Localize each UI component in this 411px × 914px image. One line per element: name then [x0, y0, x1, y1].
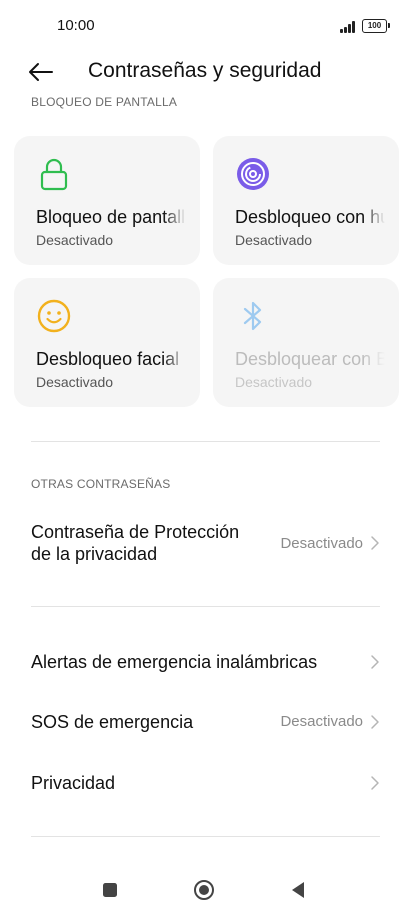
other-passwords-label: OTRAS CONTRASEÑAS	[31, 477, 171, 491]
recents-button[interactable]	[98, 878, 122, 902]
back-triangle-icon	[292, 882, 304, 898]
status-time: 10:00	[57, 17, 95, 34]
system-nav-bar	[0, 864, 411, 914]
app-bar: Contraseñas y seguridad	[0, 52, 411, 92]
row-label: SOS de emergencia	[31, 712, 194, 732]
chevron-right-icon	[371, 715, 379, 729]
tile-status: Desactivado	[36, 374, 114, 390]
face-icon	[37, 299, 71, 333]
arrow-left-icon	[29, 63, 53, 81]
chevron-right-icon	[371, 776, 379, 790]
fingerprint-icon	[237, 158, 269, 190]
row-label: Alertas de emergencia inalámbricas	[31, 652, 318, 672]
battery-icon: 100	[362, 19, 390, 33]
row-label-line1: Contraseña de Protección	[31, 522, 240, 542]
signal-icon	[340, 21, 358, 33]
tile-title: Bloqueo de pantalla	[36, 207, 186, 227]
chevron-right-icon	[371, 655, 379, 669]
tile-status: Desactivado	[235, 232, 313, 248]
divider	[31, 836, 380, 837]
privacy-protection-password-row[interactable]: Contraseña de Protección de la privacida…	[0, 518, 411, 570]
divider	[31, 441, 380, 442]
tile-face-unlock[interactable]: Desbloqueo facial Desactivado	[14, 278, 200, 407]
status-bar: 10:00 100	[0, 0, 411, 52]
tile-status: Desactivado	[235, 374, 313, 390]
row-label: Contraseña de Protección de la privacida…	[31, 521, 239, 565]
row-label-line2: de la privacidad	[31, 544, 158, 564]
home-button[interactable]	[192, 878, 216, 902]
lock-section-label-clip: BLOQUEO DE PANTALLA	[0, 92, 411, 112]
tile-title: Desbloqueo con huella	[235, 207, 385, 227]
row-value: Desactivado	[280, 713, 363, 730]
tile-fingerprint-unlock[interactable]: Desbloqueo con huella Desactivado	[213, 136, 399, 265]
square-icon	[103, 883, 117, 897]
tile-bluetooth-unlock[interactable]: Desbloquear con Bluetooth Desactivado	[213, 278, 399, 407]
tile-title: Desbloquear con Bluetooth	[235, 349, 385, 369]
row-value: Desactivado	[280, 535, 363, 552]
home-circle-icon	[194, 880, 214, 900]
emergency-sos-row[interactable]: SOS de emergencia Desactivado	[0, 700, 411, 744]
bluetooth-icon	[243, 301, 262, 331]
tile-status: Desactivado	[36, 232, 114, 248]
tile-title: Desbloqueo facial	[36, 349, 180, 369]
back-button[interactable]	[26, 58, 56, 86]
divider	[31, 606, 380, 607]
chevron-right-icon	[371, 536, 379, 550]
tile-screen-lock[interactable]: Bloqueo de pantalla Desactivado	[14, 136, 200, 265]
lock-icon	[40, 158, 68, 191]
row-label: Privacidad	[31, 773, 116, 793]
page-title: Contraseñas y seguridad	[88, 59, 322, 82]
emergency-alerts-row[interactable]: Alertas de emergencia inalámbricas	[0, 640, 411, 684]
lock-section-label: BLOQUEO DE PANTALLA	[31, 95, 178, 109]
nav-back-button[interactable]	[286, 878, 310, 902]
privacy-row[interactable]: Privacidad	[0, 761, 411, 805]
